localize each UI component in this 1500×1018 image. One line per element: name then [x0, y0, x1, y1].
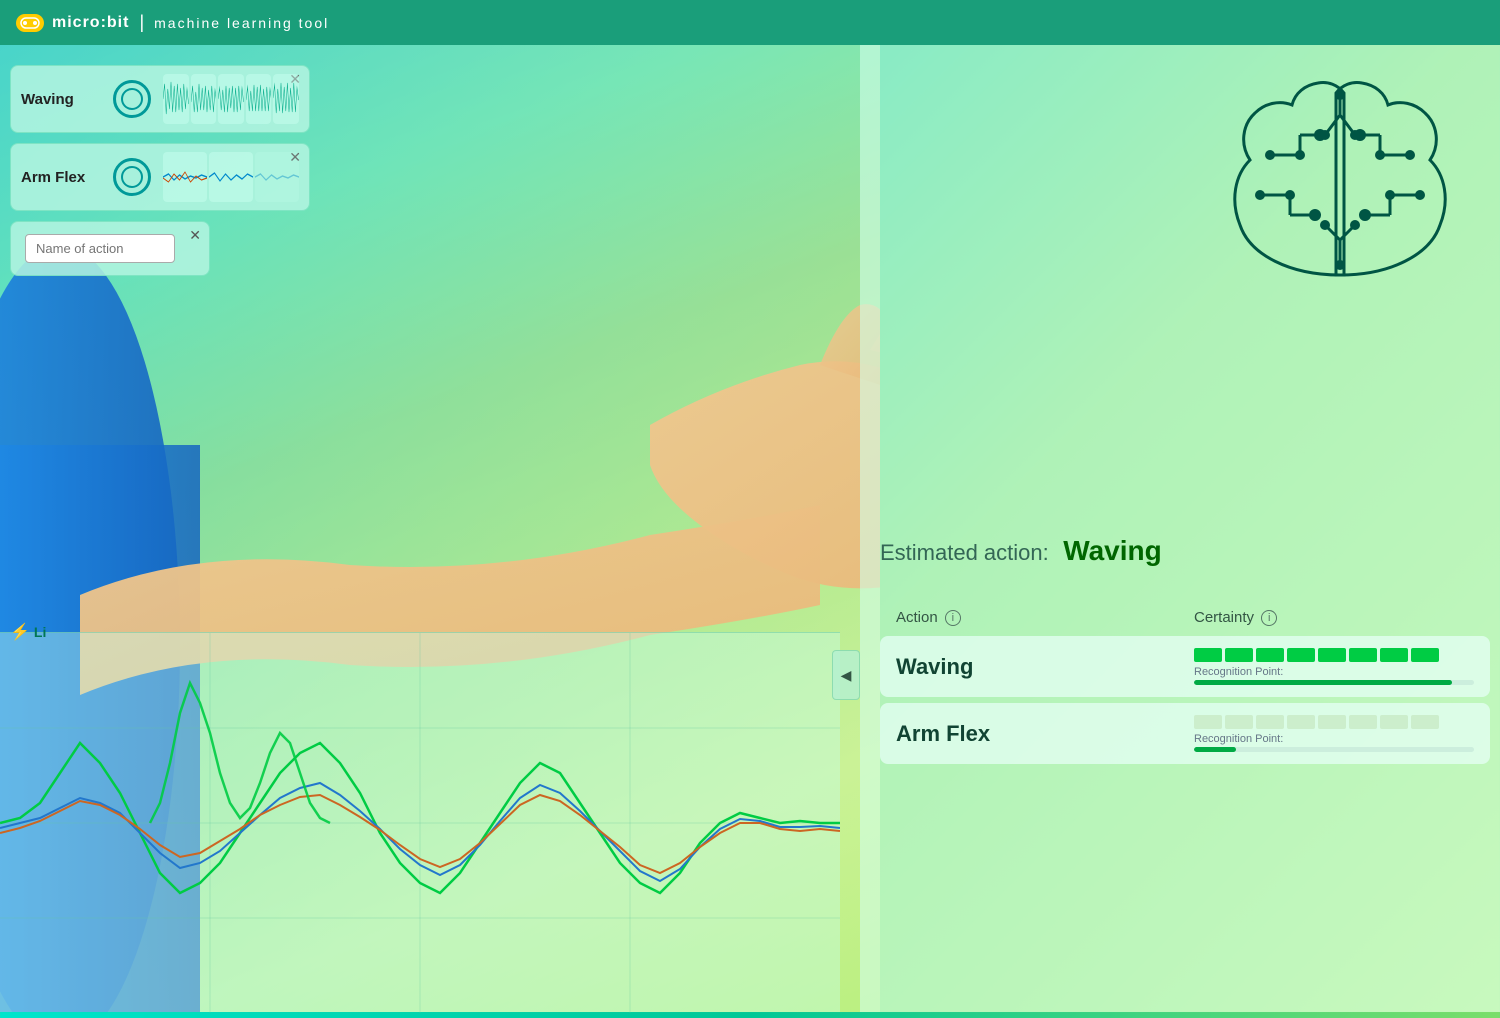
waveform-block-3	[218, 74, 244, 124]
waveform-block-4	[246, 74, 272, 124]
certainty-bar-af-1	[1194, 715, 1222, 729]
title-separator: |	[139, 12, 144, 33]
recognition-bar-armflex	[1194, 747, 1474, 752]
waveform-block-2	[191, 74, 217, 124]
certainty-bar-7	[1380, 648, 1408, 662]
certainty-info-icon[interactable]: i	[1261, 610, 1277, 626]
left-panel: ✕ Waving	[0, 45, 320, 286]
results-table: Action i Certainty i Waving	[880, 605, 1490, 770]
action-info-icon[interactable]: i	[945, 610, 961, 626]
recognition-bar-waving	[1194, 680, 1474, 685]
live-chart-svg	[0, 633, 840, 1013]
result-row-armflex: Arm Flex Recognition Point:	[880, 703, 1490, 764]
recognition-fill-waving	[1194, 680, 1452, 685]
action-name-input[interactable]	[25, 234, 175, 263]
record-waving-button[interactable]	[113, 80, 151, 118]
recognition-point-label-waving: Recognition Point:	[1194, 666, 1474, 678]
certainty-bars-armflex	[1194, 715, 1474, 729]
topbar: micro:bit | machine learning tool	[0, 0, 1500, 45]
waving-waveform	[163, 74, 299, 124]
result-row-waving: Waving Recognition Point:	[880, 636, 1490, 697]
waveform-block-1	[163, 74, 189, 124]
certainty-bar-af-5	[1318, 715, 1346, 729]
armflex-waveform	[163, 152, 299, 202]
certainty-bar-af-4	[1287, 715, 1315, 729]
certainty-bar-4	[1287, 648, 1315, 662]
estimated-action-display: Estimated action: Waving	[880, 535, 1480, 567]
result-action-waving: Waving	[896, 654, 1194, 680]
action-card-armflex: ✕ Arm Flex	[10, 143, 310, 211]
armflex-waveform-block-2	[209, 152, 253, 202]
certainty-bar-5	[1318, 648, 1346, 662]
estimated-action-label: Estimated action:	[880, 540, 1049, 565]
live-text: Li	[34, 624, 46, 640]
live-label-area: ⚡ Li	[10, 622, 46, 642]
record-inner-circle-2	[121, 166, 143, 188]
brain-icon-area: .brain-line{stroke:#005544;stroke-width:…	[1210, 55, 1490, 335]
certainty-bar-3	[1256, 648, 1284, 662]
certainty-bar-1	[1194, 648, 1222, 662]
brain-circuit-icon: .brain-line{stroke:#005544;stroke-width:…	[1210, 55, 1470, 315]
record-armflex-button[interactable]	[113, 158, 151, 196]
col-action-header: Action i	[896, 609, 1184, 626]
result-certainty-armflex: Recognition Point:	[1194, 715, 1474, 752]
certainty-bar-af-6	[1349, 715, 1377, 729]
estimated-action-value: Waving	[1063, 535, 1162, 566]
result-action-armflex: Arm Flex	[896, 721, 1194, 747]
certainty-bar-8	[1411, 648, 1439, 662]
certainty-bar-2	[1225, 648, 1253, 662]
certainty-bar-af-7	[1380, 715, 1408, 729]
certainty-bar-6	[1349, 648, 1377, 662]
app-title: micro:bit	[52, 14, 129, 32]
app-subtitle: machine learning tool	[154, 15, 329, 31]
action-card-waving: ✕ Waving	[10, 65, 310, 133]
armflex-label: Arm Flex	[21, 169, 101, 186]
microbit-logo-icon	[16, 14, 44, 32]
armflex-waveform-block-3	[255, 152, 299, 202]
recognition-point-label-armflex: Recognition Point:	[1194, 733, 1474, 745]
right-panel: .brain-line{stroke:#005544;stroke-width:…	[860, 45, 1500, 1012]
certainty-bar-af-8	[1411, 715, 1439, 729]
action-card-empty: ✕	[10, 221, 210, 276]
certainty-bars-waving	[1194, 648, 1474, 662]
armflex-waveform-block-1	[163, 152, 207, 202]
record-inner-circle	[121, 88, 143, 110]
waving-label: Waving	[21, 91, 101, 108]
col-certainty-header: Certainty i	[1194, 609, 1474, 626]
recognition-fill-armflex	[1194, 747, 1236, 752]
live-chart	[0, 632, 840, 1012]
scroll-left-button[interactable]: ◀	[832, 650, 860, 700]
waveform-block-5	[273, 74, 299, 124]
lightning-icon: ⚡	[10, 622, 30, 642]
result-certainty-waving: Recognition Point:	[1194, 648, 1474, 685]
certainty-bar-af-3	[1256, 715, 1284, 729]
certainty-bar-af-2	[1225, 715, 1253, 729]
close-empty-button[interactable]: ✕	[189, 227, 201, 244]
scroll-arrow-icon: ◀	[841, 667, 852, 684]
results-header: Action i Certainty i	[880, 605, 1490, 630]
